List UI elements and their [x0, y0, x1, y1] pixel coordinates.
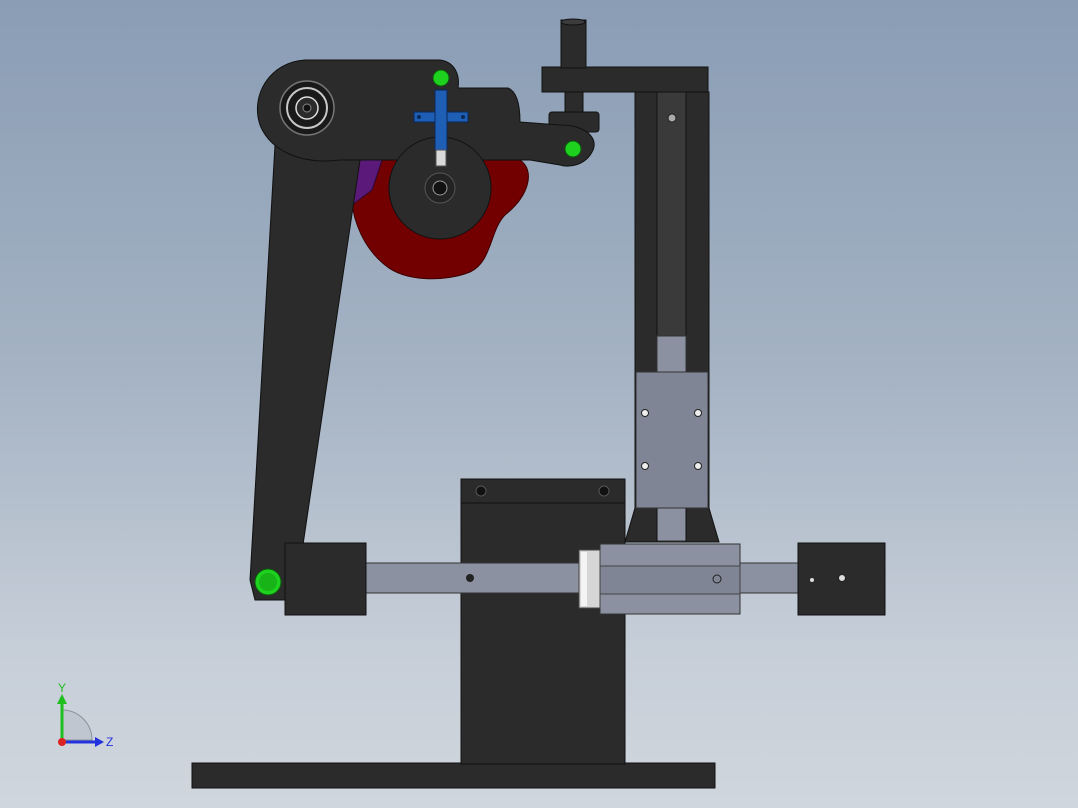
bracket-screw-left	[417, 115, 421, 119]
bracket-screw-right	[461, 115, 465, 119]
top-bracket-arm[interactable]	[541, 66, 709, 93]
pedestal-screw-right	[598, 485, 610, 497]
triad-x-axis-dot	[58, 738, 66, 746]
triad-z-arrow	[95, 737, 104, 747]
pedestal-screw-left	[475, 485, 487, 497]
base-plate[interactable]	[191, 762, 716, 789]
end-block-hole-a	[810, 578, 814, 582]
cad-model-scene[interactable]	[0, 0, 1078, 808]
column-hole	[667, 113, 677, 123]
slide-bolt-3	[641, 462, 649, 470]
follower-bracket-stem[interactable]	[434, 89, 448, 151]
rocker-bearing-hub	[302, 103, 312, 113]
rail-bearing-shade	[581, 552, 587, 606]
pivot-pin-bottom-inner	[259, 573, 277, 591]
triad-y-label: Y	[58, 681, 66, 695]
triad-z-label: Z	[106, 735, 113, 749]
slide-bolt-2	[694, 409, 702, 417]
rail-hole-left	[466, 574, 474, 582]
pivot-pin-right[interactable]	[564, 140, 582, 158]
column-foot-taper-right	[685, 507, 720, 543]
post-lower-shaft[interactable]	[564, 91, 584, 115]
orientation-triad[interactable]: Y Z	[40, 680, 130, 760]
left-end-block[interactable]	[284, 542, 367, 616]
slide-bolt-4	[694, 462, 702, 470]
column-foot-taper	[624, 507, 658, 543]
triad-y-arrow	[57, 694, 67, 704]
follower-roller[interactable]	[435, 149, 447, 167]
top-post[interactable]	[560, 19, 587, 69]
top-post-cap	[560, 18, 586, 26]
triad-quarter-arc	[61, 709, 93, 741]
carriage-inner-face	[599, 565, 741, 595]
graphics-viewport[interactable]: Y Z	[0, 0, 1078, 808]
pedestal-body[interactable]	[460, 499, 626, 765]
swing-arm-long[interactable]	[249, 144, 361, 601]
pivot-pin-top[interactable]	[432, 69, 450, 87]
end-block-hole-b	[838, 574, 846, 582]
slide-bolt-1	[641, 409, 649, 417]
cam-shaft	[432, 180, 448, 196]
vertical-slide-block[interactable]	[635, 371, 709, 509]
